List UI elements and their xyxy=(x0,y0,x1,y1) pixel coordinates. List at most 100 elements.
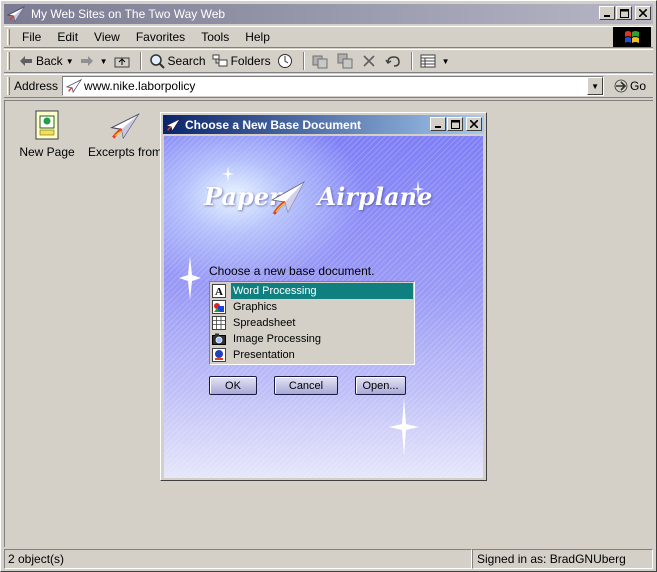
new-page-icon xyxy=(35,110,59,140)
up-folder-button[interactable] xyxy=(111,51,136,71)
menu-bar: File Edit View Favorites Tools Help xyxy=(4,26,653,48)
document-type-list[interactable]: A Word Processing Graphics Spreadsheet I… xyxy=(209,281,415,365)
search-button[interactable]: Search xyxy=(146,51,209,71)
choose-base-document-dialog: Choose a New Base Document Paper Airplan… xyxy=(160,112,487,481)
new-page-label: New Page xyxy=(19,145,75,159)
list-item-word-processing[interactable]: A Word Processing xyxy=(211,283,413,299)
dialog-body: Paper Airplane Choose a new base document… xyxy=(164,136,483,478)
list-item-spreadsheet[interactable]: Spreadsheet xyxy=(211,315,413,331)
up-folder-icon xyxy=(114,57,130,68)
delete-icon xyxy=(363,55,375,67)
window-titlebar[interactable]: My Web Sites on The Two Way Web xyxy=(4,4,653,24)
menu-grip[interactable] xyxy=(7,29,10,45)
camera-icon xyxy=(211,331,227,347)
dialog-titlebar[interactable]: Choose a New Base Document xyxy=(163,115,484,134)
address-label: Address xyxy=(14,79,59,93)
toolbar-grip[interactable] xyxy=(7,52,10,70)
close-icon xyxy=(639,9,647,17)
sparkle-icon xyxy=(179,256,201,300)
delete-button[interactable] xyxy=(359,51,382,71)
cancel-button[interactable]: Cancel xyxy=(274,376,338,395)
maximize-button[interactable] xyxy=(616,6,632,20)
paper-airplane-icon xyxy=(66,78,83,94)
logo-airplane-icon xyxy=(270,180,305,215)
explorer-window: My Web Sites on The Two Way Web File Edi… xyxy=(0,0,657,572)
copy-to-button[interactable] xyxy=(334,51,359,71)
forward-button[interactable]: ▼ xyxy=(77,51,111,71)
maximize-icon xyxy=(619,8,629,18)
paper-airplane-icon xyxy=(165,117,181,133)
address-grip[interactable] xyxy=(7,77,10,95)
new-page-item[interactable]: New Page xyxy=(5,105,89,159)
views-dropdown-icon[interactable]: ▼ xyxy=(442,57,450,66)
status-bar: 2 object(s) Signed in as: BradGNUberg xyxy=(4,549,653,569)
folders-label: Folders xyxy=(230,54,271,68)
move-to-button[interactable] xyxy=(309,51,334,71)
word-processing-icon: A xyxy=(211,283,227,299)
spreadsheet-icon xyxy=(211,315,227,331)
menu-help[interactable]: Help xyxy=(237,30,278,44)
dialog-maximize-button[interactable] xyxy=(447,117,463,131)
minimize-button[interactable] xyxy=(599,6,615,20)
open-button[interactable]: Open... xyxy=(355,376,406,395)
back-arrow-icon xyxy=(20,56,32,66)
dialog-minimize-button[interactable] xyxy=(430,117,446,131)
graphics-icon xyxy=(211,299,227,315)
back-button[interactable]: Back ▼ xyxy=(16,51,77,71)
go-button[interactable]: Go xyxy=(614,79,646,93)
history-icon xyxy=(277,54,292,68)
views-button[interactable]: ▼ xyxy=(417,51,453,71)
paper-airplane-icon xyxy=(6,5,26,23)
search-label: Search xyxy=(167,54,206,68)
list-item-presentation[interactable]: Presentation xyxy=(211,347,413,363)
close-button[interactable] xyxy=(635,6,651,20)
windows-logo-icon xyxy=(613,27,651,47)
sparkle-icon xyxy=(389,398,419,456)
ok-button[interactable]: OK xyxy=(209,376,257,395)
window-title: My Web Sites on The Two Way Web xyxy=(31,7,226,21)
status-object-count: 2 object(s) xyxy=(4,549,472,569)
excerpts-label: Excerpts from xyxy=(87,145,162,159)
address-bar: Address ▼ Go xyxy=(4,74,653,98)
undo-button[interactable] xyxy=(382,51,407,71)
dialog-close-button[interactable] xyxy=(466,117,482,131)
excerpts-item[interactable]: Excerpts from xyxy=(83,105,167,159)
search-icon xyxy=(149,54,165,69)
list-item-graphics[interactable]: Graphics xyxy=(211,299,413,315)
menu-file[interactable]: File xyxy=(14,30,49,44)
back-dropdown-icon[interactable]: ▼ xyxy=(66,57,74,66)
copy-to-icon xyxy=(337,53,353,69)
list-item-image-processing[interactable]: Image Processing xyxy=(211,331,413,347)
address-field[interactable]: ▼ xyxy=(62,76,605,96)
sparkle-icon xyxy=(222,166,234,182)
toolbar-separator xyxy=(139,52,142,70)
menu-view[interactable]: View xyxy=(86,30,128,44)
toolbar-separator-3 xyxy=(410,52,413,70)
minimize-icon xyxy=(435,126,441,128)
menu-edit[interactable]: Edit xyxy=(49,30,86,44)
back-label: Back xyxy=(36,54,63,68)
minimize-icon xyxy=(604,15,610,17)
move-to-icon xyxy=(312,55,328,69)
toolbar-separator-2 xyxy=(302,52,305,70)
menu-favorites[interactable]: Favorites xyxy=(128,30,193,44)
address-dropdown-button[interactable]: ▼ xyxy=(587,77,604,95)
paper-airplane-logo: Paper Airplane xyxy=(204,182,433,211)
maximize-icon xyxy=(450,119,460,129)
history-button[interactable] xyxy=(274,51,299,71)
standard-toolbar: Back ▼ ▼ Search Folders ▼ xyxy=(4,49,653,73)
menu-tools[interactable]: Tools xyxy=(193,30,237,44)
folders-button[interactable]: Folders xyxy=(209,51,274,71)
dialog-title: Choose a New Base Document xyxy=(185,117,362,132)
dialog-prompt: Choose a new base document. xyxy=(209,264,375,278)
forward-arrow-icon xyxy=(80,56,93,66)
go-arrow-icon xyxy=(614,79,628,93)
forward-dropdown-icon[interactable]: ▼ xyxy=(100,57,108,66)
svg-text:A: A xyxy=(215,286,223,298)
paper-airplane-icon xyxy=(110,113,140,139)
folders-icon xyxy=(212,54,228,67)
close-icon xyxy=(470,120,478,128)
address-input[interactable] xyxy=(82,78,563,94)
go-label: Go xyxy=(630,79,647,93)
presentation-icon xyxy=(211,347,227,363)
